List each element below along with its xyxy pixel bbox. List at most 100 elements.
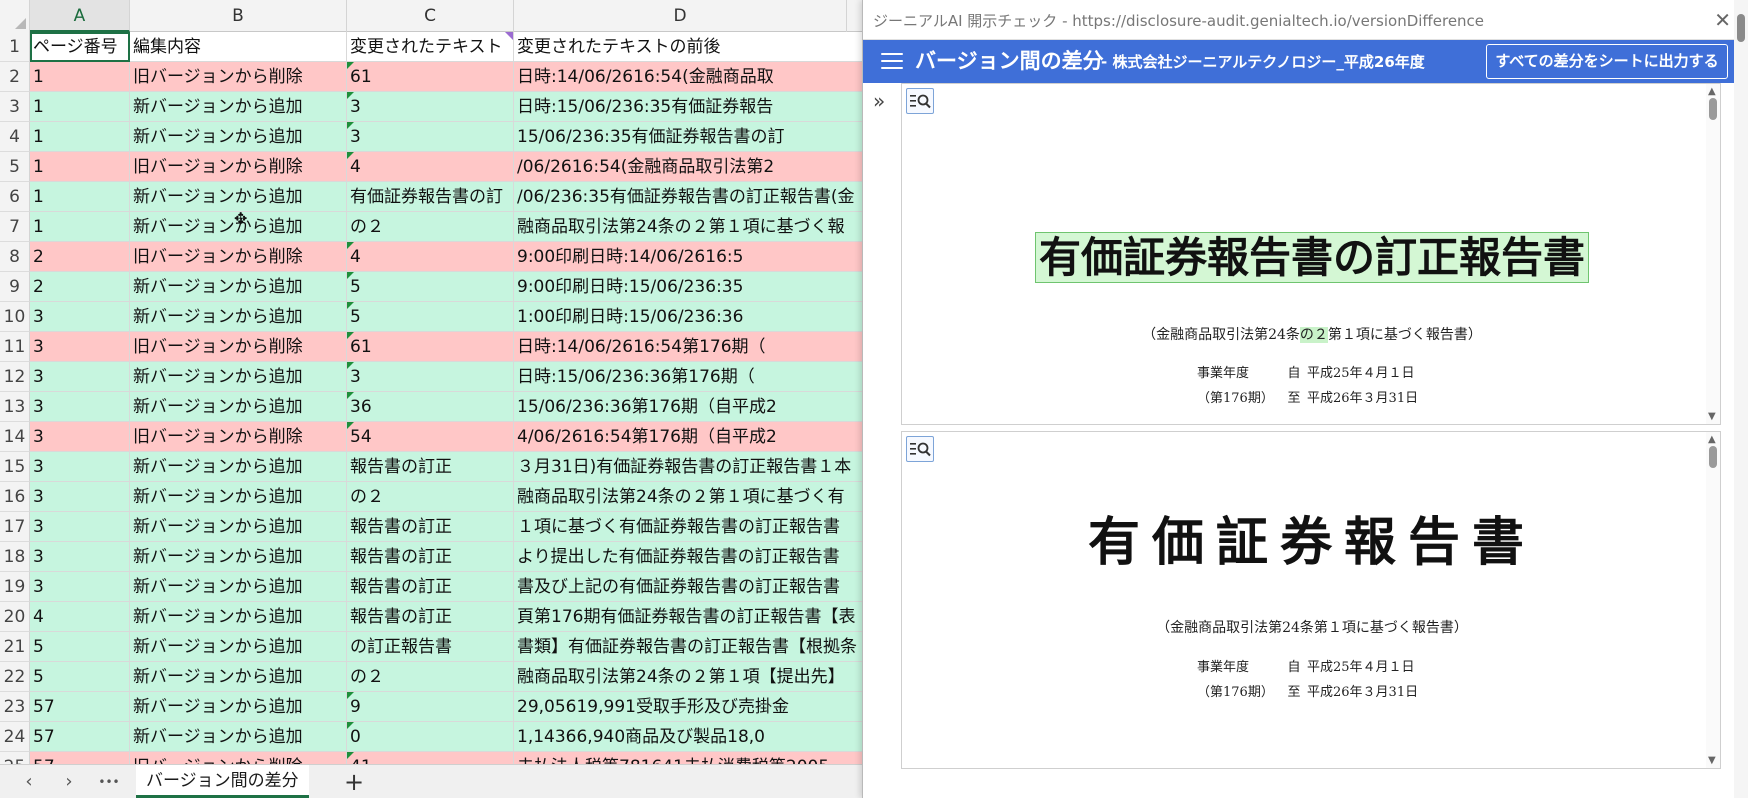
row-number[interactable]: 5 [0,152,30,182]
cell-c[interactable]: 報告書の訂正 [347,512,514,542]
row-number[interactable]: 12 [0,362,30,392]
cell-a[interactable]: 57 [30,692,130,722]
export-all-diffs-button[interactable]: すべての差分をシートに出力する [1486,44,1728,79]
cell-b[interactable]: 新バージョンから追加 [130,272,347,302]
cell-a[interactable]: 1 [30,122,130,152]
cell-a[interactable]: 3 [30,422,130,452]
cell-a[interactable]: 57 [30,722,130,752]
cell-c[interactable]: 61 [347,62,514,92]
cell-d[interactable]: １項に基づく有価証券報告書の訂正報告書 [514,512,862,542]
cell-a[interactable]: 3 [30,572,130,602]
window-scrollbar[interactable] [1734,0,1748,798]
cell-c[interactable]: の訂正報告書 [347,632,514,662]
cell-b[interactable]: 新バージョンから追加 [130,512,347,542]
cell-b[interactable]: 新バージョンから追加 [130,92,347,122]
cell-c[interactable]: 報告書の訂正 [347,602,514,632]
cell-c[interactable]: 61 [347,332,514,362]
cell-d[interactable]: 1:00印刷日時:15/06/236:36 [514,302,862,332]
cell-d[interactable]: 融商品取引法第24条の２第１項【提出先】 [514,662,862,692]
row-number[interactable]: 14 [0,422,30,452]
cell-b[interactable]: 旧バージョンから削除 [130,242,347,272]
cell-b[interactable]: 旧バージョンから削除 [130,332,347,362]
row-number[interactable]: 4 [0,122,30,152]
cell-a[interactable]: 1 [30,152,130,182]
cell-a[interactable]: 3 [30,362,130,392]
column-header-b[interactable]: B [130,0,347,32]
cell-b[interactable]: 新バージョンから追加 [130,602,347,632]
pane-bottom-scrollbar[interactable]: ▲ ▼ [1706,432,1720,768]
cell-c[interactable]: の２ [347,662,514,692]
cell-b[interactable]: 新バージョンから追加 [130,452,347,482]
cell-c[interactable]: の２ [347,212,514,242]
cell-a[interactable]: 1 [30,182,130,212]
cell-d[interactable]: 日時:15/06/236:35有価証券報告 [514,92,862,122]
row-number[interactable]: 18 [0,542,30,572]
cell-d[interactable]: 書類】有価証券報告書の訂正報告書【根拠条 [514,632,862,662]
cell-c[interactable]: 有価証券報告書の訂 [347,182,514,212]
cell-c[interactable]: 3 [347,122,514,152]
cell-a[interactable]: 2 [30,242,130,272]
cell-b[interactable]: 新バージョンから追加 [130,632,347,662]
cell-d[interactable]: 融商品取引法第24条の２第１項に基づく有 [514,482,862,512]
cell-d[interactable]: 9:00印刷日時:14/06/2616:5 [514,242,862,272]
cell-b[interactable]: 新バージョンから追加 [130,482,347,512]
row-number[interactable]: 15 [0,452,30,482]
row-number[interactable]: 10 [0,302,30,332]
row-number[interactable]: 1 [0,32,30,62]
pane-top-scrollbar[interactable]: ▲ ▼ [1706,84,1720,424]
tab-next-button[interactable]: › [54,769,84,795]
document-pane-old[interactable]: 有価証券報告書 （金融商品取引法第24条第１項に基づく報告書） 事業年度自平成2… [901,431,1721,769]
cell-d[interactable]: 4/06/2616:54第176期（自平成2 [514,422,862,452]
row-number[interactable]: 22 [0,662,30,692]
tab-prev-button[interactable]: ‹ [14,769,44,795]
cell-a[interactable]: 3 [30,482,130,512]
cell-d[interactable]: 9:00印刷日時:15/06/236:35 [514,272,862,302]
row-number[interactable]: 24 [0,722,30,752]
row-number[interactable]: 16 [0,482,30,512]
row-number[interactable]: 17 [0,512,30,542]
cell-c[interactable]: 9 [347,692,514,722]
cell-b[interactable]: 旧バージョンから削除 [130,422,347,452]
cell-a[interactable]: 3 [30,302,130,332]
cell-c[interactable]: 5 [347,272,514,302]
cell-d[interactable]: 頁第176期有価証券報告書の訂正報告書【表 [514,602,862,632]
sheet-tab-diff[interactable]: バージョン間の差分 [136,765,309,798]
cell-d[interactable]: 29,05619,991受取手形及び売掛金 [514,692,862,722]
cell-b[interactable]: 新バージョンから追加 [130,392,347,422]
zoom-search-button[interactable] [906,436,934,462]
cell-d[interactable]: 15/06/236:35有価証券報告書の訂 [514,122,862,152]
cell-d[interactable]: 日時:14/06/2616:54第176期（ [514,332,862,362]
cell-b[interactable]: 新バージョンから追加 [130,362,347,392]
document-pane-new[interactable]: 有価証券報告書の訂正報告書 （金融商品取引法第24条の２第１項に基づく報告書） … [901,83,1721,425]
cell-c[interactable]: 報告書の訂正 [347,452,514,482]
add-sheet-button[interactable]: + [344,767,364,797]
cell-d[interactable]: 15/06/236:36第176期（自平成2 [514,392,862,422]
cell-a[interactable]: 5 [30,632,130,662]
cell-b[interactable]: 旧バージョンから削除 [130,152,347,182]
row-number[interactable]: 9 [0,272,30,302]
row-number[interactable]: 21 [0,632,30,662]
cell-a[interactable]: 3 [30,392,130,422]
select-all-corner[interactable] [0,0,30,32]
row-number[interactable]: 20 [0,602,30,632]
cell-c[interactable]: 3 [347,362,514,392]
cell-c[interactable]: 変更されたテキスト [347,32,514,62]
close-window-button[interactable]: ✕ [1714,0,1731,40]
column-header-c[interactable]: C [347,0,514,32]
cell-c[interactable]: 36 [347,392,514,422]
cell-a[interactable]: 5 [30,662,130,692]
cell-d[interactable]: /06/2616:54(金融商品取引法第2 [514,152,862,182]
cell-b[interactable]: 新バージョンから追加 [130,302,347,332]
cell-b[interactable]: 新バージョンから追加 [130,542,347,572]
cell-d[interactable]: /06/236:35有価証券報告書の訂正報告書(金 [514,182,862,212]
cell-b[interactable]: 新バージョンから追加 [130,122,347,152]
tab-more-button[interactable]: ••• [94,769,124,795]
cell-c[interactable]: の２ [347,482,514,512]
cell-b[interactable]: 新バージョンから追加 [130,692,347,722]
cell-d[interactable]: 融商品取引法第24条の２第１項に基づく報 [514,212,862,242]
cell-a[interactable]: 1 [30,92,130,122]
row-number[interactable]: 11 [0,332,30,362]
cell-a[interactable]: 4 [30,602,130,632]
row-number[interactable]: 2 [0,62,30,92]
cell-b[interactable]: 新バージョンから追加 [130,182,347,212]
